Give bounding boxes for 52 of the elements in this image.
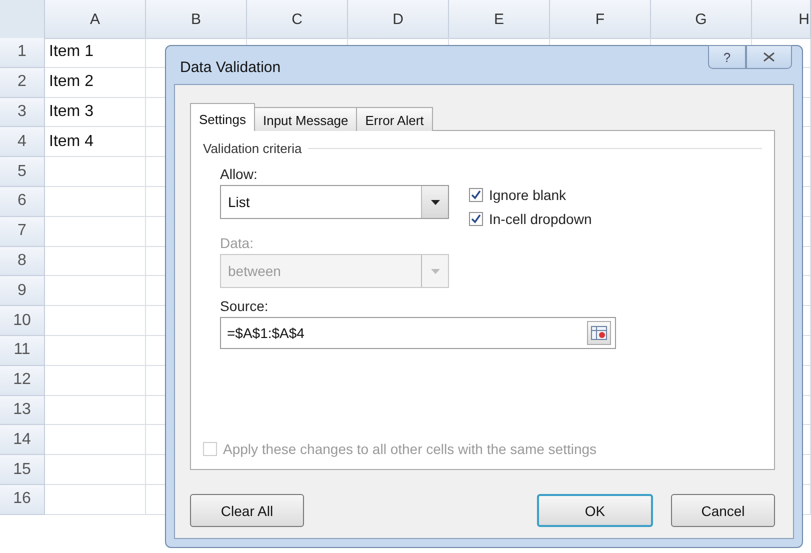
tab[interactable]: Settings <box>190 103 255 131</box>
field-label: Allow: <box>220 166 258 182</box>
row-header[interactable]: 8 <box>0 246 45 276</box>
range-picker-button[interactable] <box>587 321 611 345</box>
tab[interactable]: Error Alert <box>356 107 433 131</box>
column-header[interactable]: H <box>752 0 811 39</box>
field-label: Source: <box>220 298 270 314</box>
table-cell: Item 1 <box>45 38 146 68</box>
window-title: Data Validation <box>180 59 281 76</box>
row-header[interactable]: 12 <box>0 366 45 396</box>
column-header[interactable]: D <box>348 0 449 39</box>
row-header[interactable]: 2 <box>0 68 45 98</box>
table-cell: Item 2 <box>45 68 146 98</box>
close-icon <box>763 52 775 62</box>
row-header[interactable]: 1 <box>0 38 45 68</box>
column-header[interactable]: B <box>146 0 247 39</box>
column-header[interactable]: F <box>550 0 651 39</box>
column-header[interactable]: C <box>247 0 348 39</box>
dialog-button[interactable]: Clear All <box>190 494 304 527</box>
table-cell: Item 3 <box>45 98 146 128</box>
row-header[interactable]: 5 <box>0 157 45 187</box>
row-header[interactable]: 10 <box>0 306 45 336</box>
field-label: Data: <box>220 235 254 251</box>
dialog-button[interactable]: Cancel <box>671 494 775 527</box>
checkbox-label[interactable]: In-cell dropdown <box>489 211 592 227</box>
row-header[interactable]: 6 <box>0 186 45 217</box>
column-header[interactable]: A <box>45 0 146 39</box>
source-field[interactable]: =$A$1:$A$4 <box>220 317 616 349</box>
tab[interactable]: Input Message <box>254 107 358 131</box>
help-button[interactable]: ? <box>708 45 746 69</box>
column-header[interactable]: E <box>449 0 550 39</box>
checkbox-label[interactable]: Ignore blank <box>489 187 566 203</box>
dialog-button[interactable]: OK <box>537 494 653 527</box>
row-header[interactable]: 14 <box>0 425 45 456</box>
table-cell: Item 4 <box>45 127 146 158</box>
row-header[interactable]: 16 <box>0 484 45 515</box>
row-header[interactable]: 3 <box>0 98 45 128</box>
group-title: Validation criteria <box>203 141 302 156</box>
caret-icon <box>430 268 440 274</box>
row-header[interactable]: 7 <box>0 216 45 247</box>
range-picker-icon <box>591 326 607 340</box>
caret-icon <box>430 200 440 204</box>
checkbox[interactable] <box>469 212 483 226</box>
row-header[interactable]: 4 <box>0 127 45 158</box>
checkbox[interactable] <box>469 188 483 202</box>
row-header[interactable]: 9 <box>0 276 45 306</box>
close-button[interactable] <box>746 45 792 69</box>
column-header[interactable]: G <box>651 0 752 39</box>
allow-dropdown[interactable]: List <box>220 185 449 219</box>
row-header[interactable]: 13 <box>0 396 45 426</box>
row-header[interactable]: 11 <box>0 336 45 366</box>
row-header[interactable]: 15 <box>0 455 45 485</box>
